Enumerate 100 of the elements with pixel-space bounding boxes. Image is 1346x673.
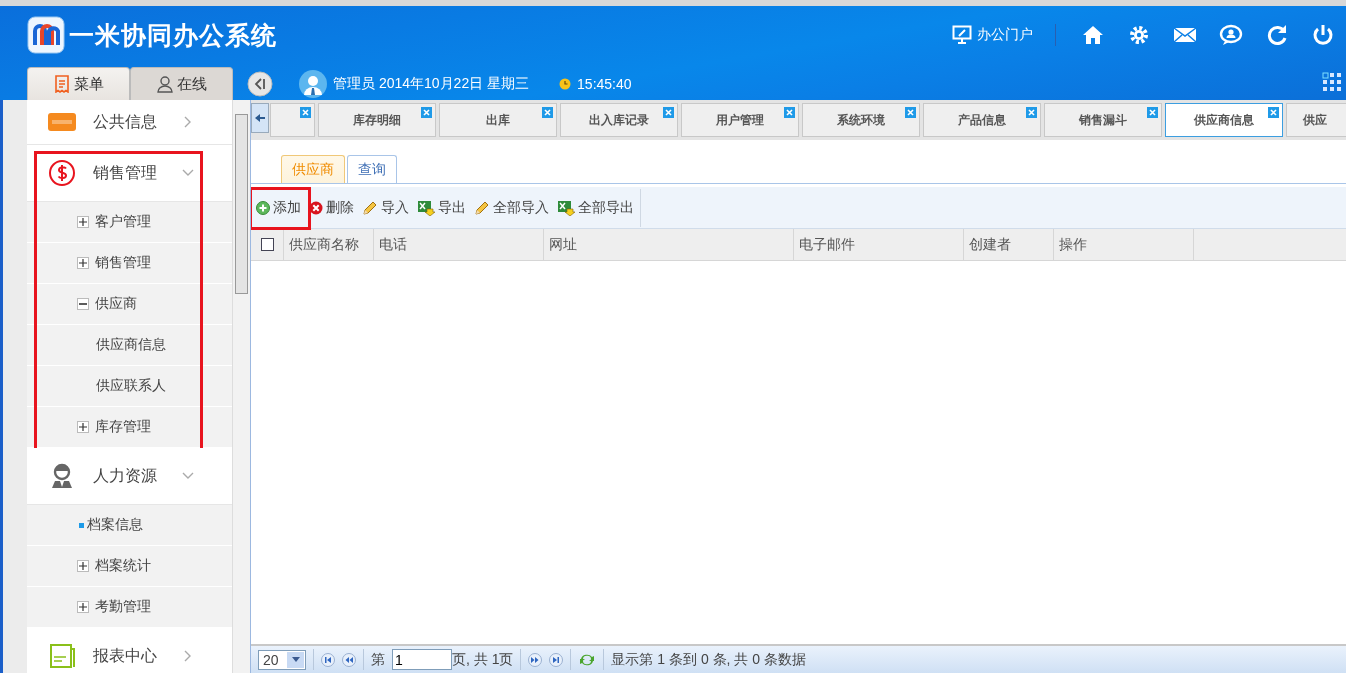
dollar-icon [48, 159, 76, 187]
page-total: 页, 共 1页 [452, 650, 514, 669]
page-size-select[interactable]: 20 [258, 649, 306, 670]
menu-section[interactable]: 人力资源 [27, 448, 233, 505]
first-page-icon[interactable] [321, 652, 335, 667]
app-logo [27, 16, 65, 54]
menu-item[interactable]: 档案统计 [27, 546, 233, 587]
toolbar-button[interactable]: 导入 [358, 192, 413, 223]
home-icon[interactable] [1081, 23, 1105, 47]
column-header: 创建者 [964, 229, 1054, 260]
caret-icon [291, 656, 300, 663]
user-bubble-icon[interactable] [1219, 23, 1243, 47]
page-tab[interactable]: 供应 [1286, 103, 1346, 137]
grid-icon[interactable] [1322, 72, 1342, 92]
menu-item[interactable]: 供应商 [27, 284, 233, 325]
menu-section-label: 公共信息 [93, 111, 158, 132]
close-icon[interactable] [1268, 107, 1279, 118]
close-icon[interactable] [784, 107, 795, 118]
user-icon [156, 75, 173, 93]
menu-label: 客户管理 [95, 213, 151, 231]
menu-section-label: 销售管理 [93, 162, 158, 183]
page-tab[interactable]: 出入库记录 [560, 103, 678, 137]
portal-link[interactable]: 办公门户 [952, 24, 1056, 46]
close-icon[interactable] [663, 107, 674, 118]
collapse-icon[interactable] [77, 298, 89, 310]
clock-icon [559, 77, 572, 90]
panel-tab[interactable]: 菜单 [27, 67, 130, 100]
menu-label: 销售管理 [95, 254, 151, 272]
menu-item[interactable]: 销售管理 [27, 243, 233, 284]
page-tab[interactable]: 系统环境 [802, 103, 920, 137]
next-page-icon[interactable] [528, 652, 543, 667]
page-tab[interactable]: 用户管理 [681, 103, 799, 137]
menu-label: 供应联系人 [96, 377, 166, 395]
page-label: 第 [371, 650, 385, 669]
page-tab[interactable]: 销售漏斗 [1044, 103, 1162, 137]
monitor-icon [952, 25, 972, 45]
collapse-button[interactable] [247, 70, 273, 97]
menu-label: 档案统计 [95, 557, 151, 575]
expand-icon[interactable] [77, 216, 89, 228]
select-all-checkbox[interactable] [260, 238, 274, 251]
pencil-icon [474, 199, 490, 216]
column-header: 供应商名称 [284, 229, 374, 260]
panel-tab[interactable]: 在线 [130, 67, 233, 100]
scrollbar-thumb[interactable] [235, 114, 248, 294]
refresh-icon[interactable] [1265, 23, 1289, 47]
close-icon[interactable] [1147, 107, 1158, 118]
menu-item[interactable]: 库存管理 [27, 407, 233, 448]
expand-icon[interactable] [77, 421, 89, 433]
content-tab[interactable]: 查询 [347, 155, 397, 183]
page-tab[interactable]: 库存明细 [318, 103, 436, 137]
page-tab[interactable]: 产品信息 [923, 103, 1041, 137]
close-icon[interactable] [542, 107, 553, 118]
close-icon[interactable] [421, 107, 432, 118]
scroll-left-button[interactable] [251, 103, 269, 133]
spreadsheet-icon [417, 199, 435, 216]
news-icon [48, 113, 76, 131]
page-tab[interactable]: 出库 [439, 103, 557, 137]
document-icon [53, 75, 70, 93]
menu-item[interactable]: 档案信息 [27, 505, 233, 546]
toolbar-button[interactable]: 全部导出 [553, 192, 638, 223]
menu-item[interactable]: 客户管理 [27, 202, 233, 243]
expand-icon[interactable] [77, 257, 89, 269]
menu-item[interactable]: 供应联系人 [27, 366, 233, 407]
page-tab[interactable]: 供应商信息 [1165, 103, 1283, 137]
expand-icon[interactable] [77, 560, 89, 572]
menu-label: 库存管理 [95, 418, 151, 436]
last-page-icon[interactable] [549, 652, 564, 667]
arrow-left-icon [255, 113, 265, 123]
add-icon [256, 200, 270, 215]
user-info: 管理员 2014年10月22日 星期三 [333, 74, 530, 93]
column-header: 电子邮件 [794, 229, 964, 260]
page-tab[interactable] [270, 103, 315, 137]
menu-label: 档案信息 [87, 516, 143, 534]
close-icon[interactable] [1026, 107, 1037, 118]
app-title: 一米协同办公系统 [69, 19, 277, 51]
menu-item[interactable]: 考勤管理 [27, 587, 233, 628]
menu-item[interactable]: 供应商信息 [27, 325, 233, 366]
column-header: 操作 [1054, 229, 1194, 260]
power-icon[interactable] [1311, 23, 1335, 47]
menu-label: 供应商信息 [96, 336, 166, 354]
column-header: 电话 [374, 229, 544, 260]
spreadsheet-icon [557, 199, 575, 216]
column-header: 网址 [544, 229, 794, 260]
report-icon [49, 643, 75, 669]
toolbar-button[interactable]: 全部导入 [470, 192, 553, 223]
settings-icon[interactable] [1127, 23, 1151, 47]
pencil-icon [362, 199, 378, 216]
expand-icon[interactable] [77, 601, 89, 613]
close-icon[interactable] [300, 107, 311, 118]
toolbar-button[interactable]: 删除 [305, 192, 358, 223]
page-input[interactable]: 1 [392, 649, 452, 670]
toolbar-button[interactable]: 添加 [252, 192, 305, 223]
menu-label: 考勤管理 [95, 598, 151, 616]
previous-page-icon[interactable] [342, 652, 356, 667]
toolbar-button[interactable]: 导出 [413, 192, 470, 223]
delete-icon [309, 200, 323, 215]
pager-summary: 显示第 1 条到 0 条, 共 0 条数据 [611, 650, 806, 669]
clock-time: 15:45:40 [577, 75, 632, 92]
menu-section-label: 报表中心 [93, 645, 158, 666]
close-icon[interactable] [905, 107, 916, 118]
